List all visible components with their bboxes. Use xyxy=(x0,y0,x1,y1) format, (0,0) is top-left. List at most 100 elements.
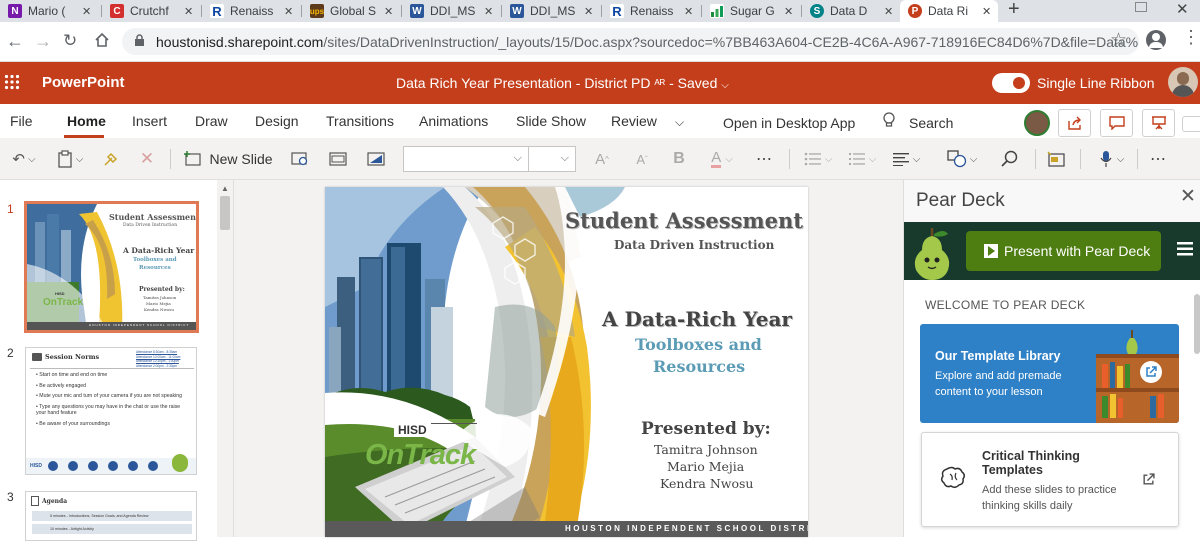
font-size-dropdown[interactable]: ⌵ xyxy=(528,146,576,172)
dictate-icon[interactable]: ⌵ xyxy=(1090,138,1134,180)
forward-icon[interactable]: → xyxy=(34,31,52,52)
restore-window-icon[interactable] xyxy=(1135,2,1147,12)
close-tab-icon[interactable]: ✕ xyxy=(784,5,793,18)
close-tab-icon[interactable]: ✕ xyxy=(484,5,493,18)
font-family-dropdown[interactable]: ⌵ xyxy=(403,146,529,172)
slide-footer: HOUSTON INDEPENDENT SCHOOL DISTRICT xyxy=(565,524,808,533)
tab-draw[interactable]: Draw xyxy=(195,113,228,129)
browser-tab[interactable]: Sugar G ✕ xyxy=(702,0,800,22)
renaissance-icon: R xyxy=(210,4,224,19)
bold-button[interactable]: B xyxy=(668,138,690,180)
external-link-icon[interactable] xyxy=(1140,361,1162,383)
slide-heading-line1: Toolboxes and xyxy=(635,335,762,354)
more-tabs-chevron-icon[interactable]: ⌵ xyxy=(675,115,684,130)
decrease-font-icon[interactable]: Aˇ xyxy=(628,138,656,180)
slide-heading: A Data-Rich Year xyxy=(602,307,792,331)
bullets-icon[interactable]: ⌵ xyxy=(798,138,838,180)
chevron-down-icon: ⌵ xyxy=(721,80,729,91)
font-color-icon[interactable]: A ⌵ xyxy=(702,138,742,180)
close-pane-icon[interactable]: ✕ xyxy=(1180,185,1196,208)
slide-thumbnail-1[interactable]: Student Assessment Data Driven Instructi… xyxy=(24,201,199,333)
card-title: Critical Thinking Templates xyxy=(982,449,1080,477)
browser-tab-active[interactable]: P Data Ri ✕ xyxy=(900,0,998,22)
app-launcher-icon[interactable] xyxy=(4,74,20,95)
browser-tab[interactable]: S Data D ✕ xyxy=(802,0,900,22)
pane-scrollbar[interactable] xyxy=(1194,294,1200,354)
comments-button[interactable] xyxy=(1100,109,1133,137)
share-button[interactable] xyxy=(1058,109,1091,137)
close-tab-icon[interactable]: ✕ xyxy=(384,5,393,18)
reload-icon[interactable]: ↻ xyxy=(63,31,77,51)
browser-tab[interactable]: ups Global S ✕ xyxy=(302,0,400,22)
thumb-title: Session Norms xyxy=(45,353,100,361)
ontrack-logo: OnTrack xyxy=(365,439,476,471)
layout-icon[interactable] xyxy=(324,138,352,180)
template-library-card[interactable]: Our Template Library Explore and add pre… xyxy=(920,324,1179,423)
lock-icon xyxy=(134,34,145,50)
close-window-icon[interactable]: ✕ xyxy=(1176,0,1189,18)
paste-icon[interactable]: ⌵ xyxy=(50,138,90,180)
designer-icon[interactable] xyxy=(1042,138,1070,180)
shapes-icon[interactable]: ⌵ xyxy=(940,138,984,180)
browser-tab[interactable]: C Crutchf ✕ xyxy=(102,0,200,22)
thumbnail-scrollbar[interactable]: ▲ xyxy=(217,180,233,537)
present-button[interactable] xyxy=(1142,109,1175,137)
slide-thumbnail-3[interactable]: Agenda 5 minutes - Introductions, Sessio… xyxy=(25,491,197,541)
numbering-icon[interactable]: ⌵ xyxy=(842,138,882,180)
collaborator-avatar[interactable] xyxy=(1024,110,1050,136)
browser-tab[interactable]: R Renaiss ✕ xyxy=(202,0,300,22)
slide-thumbnail-2[interactable]: Session Norms Attendance 8:30am - 8:35am… xyxy=(25,347,197,475)
align-text-icon[interactable]: ⌵ xyxy=(886,138,926,180)
close-tab-icon[interactable]: ✕ xyxy=(584,5,593,18)
browser-tab[interactable]: W DDI_MS ✕ xyxy=(402,0,500,22)
new-tab-icon[interactable]: + xyxy=(1008,0,1020,21)
tab-animations[interactable]: Animations xyxy=(419,113,488,129)
close-tab-icon[interactable]: ✕ xyxy=(982,5,991,18)
tab-transitions[interactable]: Transitions xyxy=(326,113,394,129)
hamburger-menu-icon[interactable] xyxy=(1177,242,1193,261)
browser-tab[interactable]: N Mario ( ✕ xyxy=(0,0,100,22)
browser-tab[interactable]: R Renaiss ✕ xyxy=(602,0,700,22)
tab-review[interactable]: Review xyxy=(611,113,657,129)
search-ribbon-input[interactable]: Search xyxy=(909,115,953,131)
document-title[interactable]: Data Rich Year Presentation - District P… xyxy=(396,75,729,91)
browser-menu-icon[interactable]: ⋮ xyxy=(1182,28,1200,46)
home-icon[interactable] xyxy=(94,32,110,53)
more-options-button[interactable] xyxy=(1182,116,1200,132)
new-slide-button[interactable]: New Slide xyxy=(180,138,276,180)
tab-home[interactable]: Home xyxy=(67,113,106,129)
close-tab-icon[interactable]: ✕ xyxy=(684,5,693,18)
back-icon[interactable]: ← xyxy=(6,31,24,52)
undo-icon[interactable]: ↶ ⌵ xyxy=(4,138,44,180)
reuse-slides-icon[interactable] xyxy=(286,138,314,180)
delete-icon[interactable]: ✕ xyxy=(134,138,160,180)
single-line-ribbon-toggle[interactable] xyxy=(992,73,1030,93)
increase-font-icon[interactable]: A ^ xyxy=(588,138,616,180)
tab-insert[interactable]: Insert xyxy=(132,113,167,129)
more-font-options-icon[interactable]: ⋯ xyxy=(752,138,776,180)
thumb-name: Kendra Nwosu xyxy=(144,307,174,312)
profile-icon[interactable] xyxy=(1146,30,1166,50)
close-tab-icon[interactable]: ✕ xyxy=(884,5,893,18)
open-desktop-app-button[interactable]: Open in Desktop App xyxy=(723,115,855,131)
tab-label: Mario ( xyxy=(28,4,66,18)
browser-tab[interactable]: W DDI_MS ✕ xyxy=(502,0,600,22)
close-tab-icon[interactable]: ✕ xyxy=(284,5,293,18)
url-input[interactable]: houstonisd.sharepoint.com/sites/DataDriv… xyxy=(122,28,1139,55)
close-tab-icon[interactable]: ✕ xyxy=(184,5,193,18)
close-tab-icon[interactable]: ✕ xyxy=(82,5,91,18)
slide-1[interactable]: HISD OnTrack Student Assessment Data Dri… xyxy=(325,187,808,537)
format-background-icon[interactable] xyxy=(362,138,390,180)
tab-design[interactable]: Design xyxy=(255,113,299,129)
bookmark-star-icon[interactable]: ☆ xyxy=(1110,29,1127,52)
format-painter-icon[interactable] xyxy=(98,138,124,180)
external-link-icon[interactable] xyxy=(1142,473,1155,491)
find-icon[interactable] xyxy=(996,138,1024,180)
critical-thinking-card[interactable]: Critical Thinking Templates Add these sl… xyxy=(921,432,1179,527)
app-name[interactable]: PowerPoint xyxy=(42,74,125,91)
more-commands-icon[interactable]: ⋯ xyxy=(1146,138,1170,180)
tab-file[interactable]: File xyxy=(10,113,33,129)
present-with-pear-deck-button[interactable]: Present with Pear Deck xyxy=(966,231,1161,271)
tab-slide-show[interactable]: Slide Show xyxy=(516,113,586,129)
user-avatar[interactable] xyxy=(1168,67,1198,97)
